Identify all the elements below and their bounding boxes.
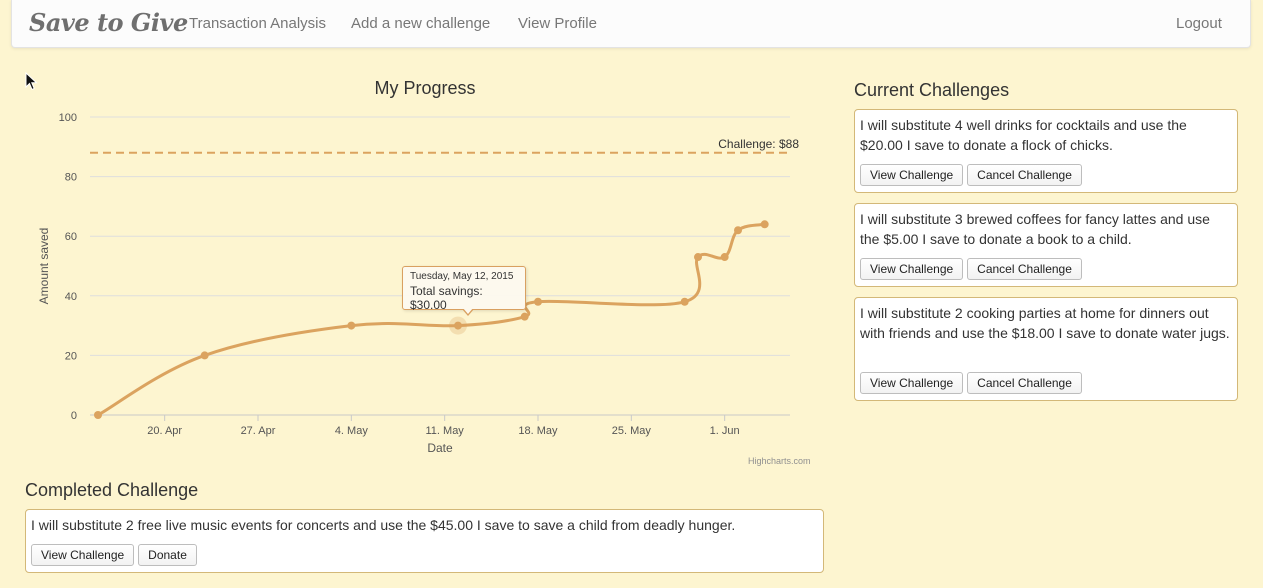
x-tick-label: 27. Apr [241, 425, 276, 437]
view-challenge-button[interactable]: View Challenge [860, 258, 964, 280]
logout-link[interactable]: Logout [1176, 15, 1222, 32]
challenge-actions: View Challenge Cancel Challenge [860, 372, 1082, 394]
challenge-card: I will substitute 3 brewed coffees for f… [854, 203, 1238, 287]
completed-challenge-title: Completed Challenge [25, 480, 199, 500]
cancel-challenge-button[interactable]: Cancel Challenge [967, 164, 1082, 186]
y-tick-label: 20 [65, 350, 77, 362]
challenge-actions: View Challenge Cancel Challenge [860, 164, 1082, 186]
view-challenge-button[interactable]: View Challenge [860, 372, 964, 394]
x-tick-label: 20. Apr [147, 425, 182, 437]
data-point [347, 321, 356, 330]
y-tick-label: 40 [65, 291, 77, 303]
view-challenge-button[interactable]: View Challenge [860, 164, 964, 186]
challenge-card: I will substitute 4 well drinks for cock… [854, 109, 1238, 193]
y-tick-label: 60 [65, 231, 77, 243]
y-tick-label: 100 [59, 112, 77, 124]
data-point [94, 411, 102, 419]
completed-actions: View Challenge Donate [31, 544, 197, 566]
x-tick-label: 25. May [612, 425, 652, 437]
donate-button[interactable]: Donate [138, 544, 197, 566]
completed-challenge-text: I will substitute 2 free live music even… [31, 517, 736, 533]
nav-transaction-analysis[interactable]: Transaction Analysis [189, 15, 326, 32]
completed-challenge-card: I will substitute 2 free live music even… [25, 509, 824, 573]
progress-chart: My Progress 0 20 40 60 80 100 20. Apr 27. Apr 4. … [25, 72, 825, 472]
nav-add-challenge[interactable]: Add a new challenge [351, 15, 490, 32]
x-tick-label: 1. Jun [710, 425, 740, 437]
challenge-card: I will substitute 2 cooking parties at h… [854, 297, 1238, 401]
y-tick-label: 0 [71, 410, 77, 422]
savings-line [97, 222, 765, 417]
challenge-text: I will substitute 2 cooking parties at h… [860, 305, 1230, 341]
challenge-text: I will substitute 3 brewed coffees for f… [860, 211, 1210, 247]
cancel-challenge-button[interactable]: Cancel Challenge [967, 372, 1082, 394]
data-point [720, 253, 729, 262]
cancel-challenge-button[interactable]: Cancel Challenge [967, 258, 1082, 280]
data-point [200, 351, 209, 360]
view-challenge-button[interactable]: View Challenge [31, 544, 135, 566]
x-axis-title: Date [427, 441, 453, 455]
chart-title: My Progress [374, 78, 475, 98]
brand-logo[interactable]: Save to Give [29, 8, 188, 37]
challenge-text: I will substitute 4 well drinks for cock… [860, 117, 1187, 153]
data-point [694, 253, 702, 262]
nav-view-profile[interactable]: View Profile [518, 15, 597, 32]
tooltip-date: Tuesday, May 12, 2015 [410, 271, 514, 282]
data-point [454, 321, 462, 330]
tooltip-arrow-inner [463, 308, 473, 314]
data-point [760, 220, 769, 229]
y-tick-label: 80 [65, 172, 77, 184]
challenge-actions: View Challenge Cancel Challenge [860, 258, 1082, 280]
data-point [520, 312, 529, 321]
chart-tooltip: Tuesday, May 12, 2015 Total savings: $30… [402, 266, 526, 312]
current-challenges-title: Current Challenges [854, 80, 1010, 100]
challenge-line-label: Challenge: $88 [718, 137, 799, 151]
y-axis-title: Amount saved [37, 228, 51, 305]
navbar: Save to Give Transaction Analysis Add a … [11, 0, 1251, 48]
data-point [534, 297, 542, 306]
mouse-cursor-icon [25, 72, 38, 91]
x-tick-label: 18. May [518, 425, 558, 437]
x-tick-label: 11. May [426, 425, 465, 437]
data-point [734, 226, 742, 235]
x-tick-label: 4. May [335, 425, 369, 437]
highcharts-credits[interactable]: Highcharts.com [748, 456, 811, 466]
data-point [680, 297, 689, 306]
